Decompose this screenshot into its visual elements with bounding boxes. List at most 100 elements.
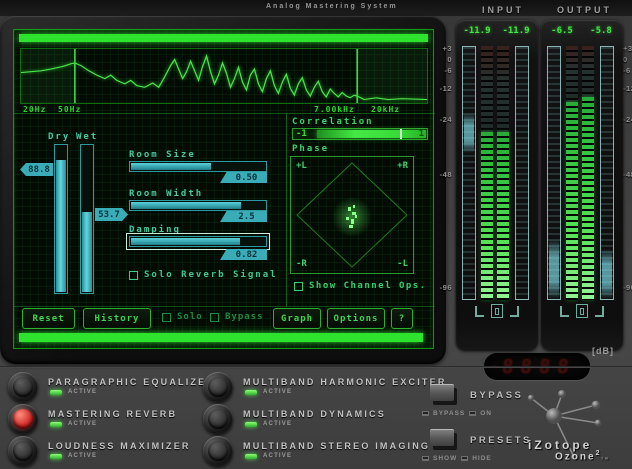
phase-scope: +L +R -R -L <box>290 156 414 274</box>
module-button-paragraphic-equalizer[interactable] <box>8 372 38 402</box>
phase-corner-tl: +L <box>296 161 307 171</box>
help-button[interactable]: ? <box>391 308 413 329</box>
active-led <box>245 454 257 459</box>
scale-tick: -96 <box>440 283 452 292</box>
input-left-peak-rail <box>462 46 476 300</box>
damping-fill <box>131 238 240 245</box>
input-right-level-bar <box>497 46 509 300</box>
scale-tick: +3 <box>623 44 632 53</box>
scale-tick: 0 <box>447 55 452 64</box>
active-led <box>50 454 62 459</box>
phase-signal-glow <box>332 197 372 237</box>
channel-link-icon[interactable] <box>576 304 588 318</box>
solo-reverb-checkbox[interactable] <box>129 271 138 280</box>
room-size-label: Room Size <box>129 150 196 160</box>
active-led <box>245 390 257 395</box>
spectrum-analyzer[interactable] <box>20 48 428 104</box>
module-button-multiband-stereo-imaging[interactable] <box>203 436 233 466</box>
scale-tick: -48 <box>623 170 632 179</box>
scale-tick: -24 <box>440 115 452 124</box>
dry-label: Dry <box>48 132 70 142</box>
output-peak-right: -5.8 <box>582 26 620 36</box>
presets-state-b: HIDE <box>472 455 492 462</box>
module-label: PARAGRAPHIC EQUALIZER <box>48 377 215 387</box>
scale-tick: -6 <box>623 66 631 75</box>
input-peak-right: -11.9 <box>497 26 535 36</box>
active-label: ACTIVE <box>68 453 97 459</box>
correlation-min-label: -1 <box>296 129 307 139</box>
output-meter-panel: -6.5 -5.8 <box>541 20 623 350</box>
options-button[interactable]: Options <box>327 308 385 329</box>
module-button-multiband-dynamics[interactable] <box>203 404 233 434</box>
channel-right-bracket-icon <box>510 306 519 317</box>
solo-checkbox-row[interactable]: Solo <box>162 312 203 322</box>
switch-up-icon <box>469 411 476 416</box>
output-channel-link[interactable] <box>541 304 623 318</box>
display-top-bar <box>19 34 428 42</box>
channel-left-bracket-icon <box>560 306 569 317</box>
scale-tick: -96 <box>623 283 632 292</box>
output-right-peak-rail <box>600 46 614 300</box>
band-right-region <box>357 49 427 103</box>
section-divider-vertical <box>286 113 287 306</box>
module-label: LOUDNESS MAXIMIZER <box>48 441 191 451</box>
room-size-slider[interactable] <box>129 161 267 172</box>
module-label: MULTIBAND DYNAMICS <box>243 409 386 419</box>
room-size-fill <box>131 163 211 170</box>
damping-value: 0.82 <box>220 249 267 260</box>
dry-value-tag[interactable]: 88.8 <box>20 163 53 176</box>
show-channel-ops-label: Show Channel Ops. <box>309 281 427 291</box>
bypass-hardware-button[interactable] <box>430 384 454 401</box>
active-label: ACTIVE <box>68 421 97 427</box>
show-channel-ops-checkbox[interactable] <box>294 282 303 291</box>
module-button-multiband-harmonic-exciter[interactable] <box>203 372 233 402</box>
correlation-meter: -1 1 <box>292 128 428 140</box>
channel-right-bracket-icon <box>595 306 604 317</box>
show-channel-ops-row[interactable]: Show Channel Ops. <box>294 281 427 291</box>
switch-down-icon <box>422 411 429 416</box>
bypass-checkbox[interactable] <box>210 313 219 322</box>
solo-reverb-checkbox-row[interactable]: Solo Reverb Signal <box>129 270 278 280</box>
solo-reverb-label: Solo Reverb Signal <box>144 270 278 280</box>
module-button-loudness-maximizer[interactable] <box>8 436 38 466</box>
bypass-state-row: BYPASS ON <box>422 410 492 417</box>
bypass-state-a: BYPASS <box>433 410 465 417</box>
switch-down-icon <box>422 456 429 461</box>
damping-slider[interactable] <box>129 236 267 247</box>
module-label: MULTIBAND HARMONIC EXCITER <box>243 377 447 387</box>
room-width-label: Room Width <box>129 189 203 199</box>
input-left-level-bar <box>481 46 493 300</box>
scale-tick: -12 <box>623 84 632 93</box>
active-label: ACTIVE <box>263 453 292 459</box>
damping-label: Damping <box>129 225 181 235</box>
wet-slider[interactable] <box>80 144 94 294</box>
presets-hardware-button[interactable] <box>430 429 454 446</box>
panel-groove <box>0 366 632 368</box>
history-button[interactable]: History <box>83 308 151 329</box>
scale-tick: -24 <box>623 115 632 124</box>
input-channel-link[interactable] <box>456 304 538 318</box>
reset-button[interactable]: Reset <box>22 308 75 329</box>
wet-value-tag[interactable]: 53.7 <box>95 208 128 221</box>
channel-link-icon[interactable] <box>491 304 503 318</box>
output-left-rms-marker <box>549 239 559 299</box>
module-label: MASTERING REVERB <box>48 409 177 419</box>
phase-corner-bl: -R <box>296 259 307 269</box>
bypass-checkbox-row[interactable]: Bypass <box>210 312 264 322</box>
phase-corner-br: -L <box>397 259 408 269</box>
solo-checkbox[interactable] <box>162 313 171 322</box>
brand-product: Ozone2tm <box>555 450 610 462</box>
input-meter-title: INPUT <box>482 5 524 15</box>
module-button-mastering-reverb[interactable] <box>8 404 38 434</box>
active-label: ACTIVE <box>68 389 97 395</box>
input-peak-left: -11.9 <box>458 26 496 36</box>
active-led <box>50 390 62 395</box>
phase-corner-tr: +R <box>397 161 408 171</box>
phase-label: Phase <box>292 144 329 154</box>
scale-tick: -6 <box>444 66 452 75</box>
dry-slider[interactable] <box>54 144 68 294</box>
presets-state-row: SHOW HIDE <box>422 455 492 462</box>
bypass-hw-label: BYPASS <box>470 390 523 401</box>
room-width-slider[interactable] <box>129 200 267 211</box>
graph-button[interactable]: Graph <box>273 308 321 329</box>
